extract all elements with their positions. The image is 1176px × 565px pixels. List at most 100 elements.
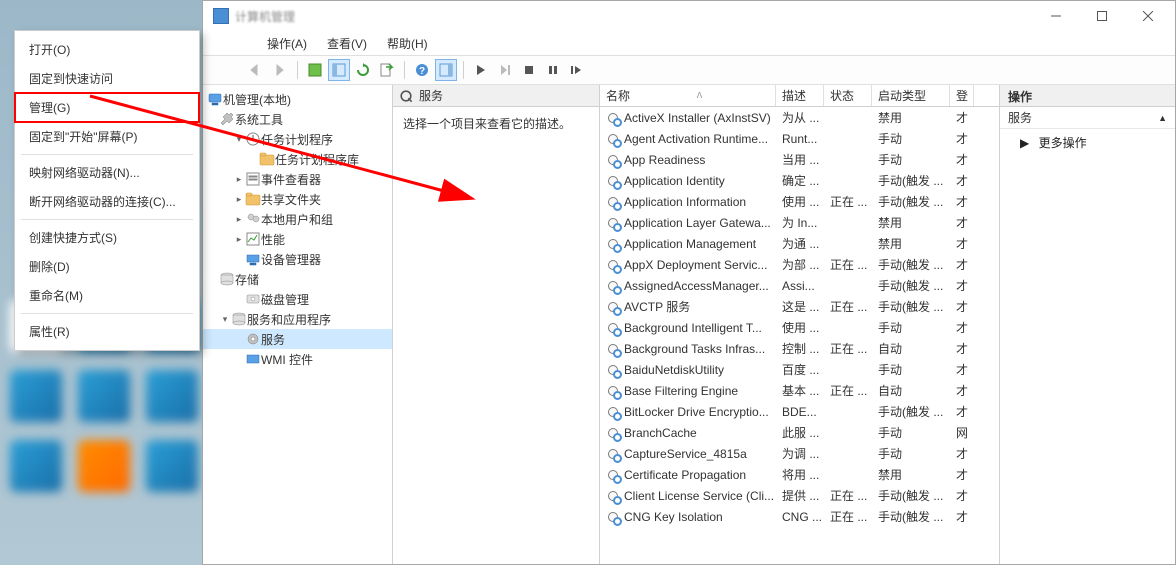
service-row[interactable]: AVCTP 服务这是 ...正在 ...手动(触发 ...才: [600, 296, 999, 317]
ctx-disconnect-drive[interactable]: 断开网络驱动器的连接(C)...: [15, 187, 199, 216]
navigation-tree[interactable]: 机管理(本地) 系统工具 ▾ 任务计划程序 任务计划程序库 ▸ 事件查看器: [203, 85, 393, 564]
tree-local-users[interactable]: ▸ 本地用户和组: [203, 209, 392, 229]
title-bar[interactable]: 计算机管理: [203, 1, 1175, 31]
header-name[interactable]: 名称 ᐱ: [600, 85, 776, 106]
tree-root[interactable]: 机管理(本地): [203, 89, 392, 109]
service-row[interactable]: Background Tasks Infras...控制 ...正在 ...自动…: [600, 338, 999, 359]
desktop-icon[interactable]: [10, 440, 62, 492]
service-row[interactable]: Application Layer Gatewa...为 In...禁用才: [600, 212, 999, 233]
service-gear-icon: [606, 468, 620, 482]
service-row[interactable]: CaptureService_4815a为调 ...手动才: [600, 443, 999, 464]
desktop-icon[interactable]: [10, 370, 62, 422]
ctx-map-drive[interactable]: 映射网络驱动器(N)...: [15, 158, 199, 187]
service-name: BitLocker Drive Encryptio...: [624, 405, 769, 419]
service-row[interactable]: BitLocker Drive Encryptio...BDE...手动(触发 …: [600, 401, 999, 422]
service-row[interactable]: Application Information使用 ...正在 ...手动(触发…: [600, 191, 999, 212]
restart-icon: [570, 64, 584, 76]
cell-logon: 才: [950, 212, 974, 233]
toolbar-stop[interactable]: [518, 59, 540, 81]
actions-group-label: 服务: [1008, 109, 1032, 126]
service-row[interactable]: Base Filtering Engine基本 ...正在 ...自动才: [600, 380, 999, 401]
expander-icon[interactable]: ▾: [233, 134, 245, 145]
desktop-icon[interactable]: [78, 370, 130, 422]
toolbar-pause[interactable]: [542, 59, 564, 81]
toolbar-help[interactable]: ?: [411, 59, 433, 81]
tree-services[interactable]: 服务: [203, 329, 392, 349]
service-row[interactable]: Application Identity确定 ...手动(触发 ...才: [600, 170, 999, 191]
ctx-delete[interactable]: 删除(D): [15, 252, 199, 281]
cell-logon: 才: [950, 401, 974, 422]
menu-action[interactable]: 操作(A): [259, 32, 315, 55]
service-row[interactable]: Certificate Propagation将用 ...禁用才: [600, 464, 999, 485]
menu-help[interactable]: 帮助(H): [379, 32, 436, 55]
service-row[interactable]: Application Management为通 ...禁用才: [600, 233, 999, 254]
expander-icon[interactable]: ▸: [233, 194, 245, 205]
desktop-icon[interactable]: [146, 440, 198, 492]
ctx-rename[interactable]: 重命名(M): [15, 281, 199, 310]
header-logon[interactable]: 登: [950, 85, 974, 106]
tree-label: 共享文件夹: [261, 191, 321, 208]
ctx-pin-start[interactable]: 固定到"开始"屏幕(P): [15, 122, 199, 151]
service-row[interactable]: Agent Activation Runtime...Runt...手动才: [600, 128, 999, 149]
expander-icon[interactable]: ▸: [233, 214, 245, 225]
tree-disk-management[interactable]: 磁盘管理: [203, 289, 392, 309]
service-row[interactable]: Client License Service (Cli...提供 ...正在 .…: [600, 485, 999, 506]
header-status[interactable]: 状态: [824, 85, 872, 106]
tree-task-library[interactable]: 任务计划程序库: [203, 149, 392, 169]
ctx-properties[interactable]: 属性(R): [15, 317, 199, 346]
cell-name: Agent Activation Runtime...: [600, 128, 776, 149]
tree-shared-folders[interactable]: ▸ 共享文件夹: [203, 189, 392, 209]
tree-wmi-control[interactable]: WMI 控件: [203, 349, 392, 369]
tree-event-viewer[interactable]: ▸ 事件查看器: [203, 169, 392, 189]
toolbar-show-hide-tree[interactable]: [304, 59, 326, 81]
service-row[interactable]: CNG Key IsolationCNG ...正在 ...手动(触发 ...才: [600, 506, 999, 527]
close-button[interactable]: [1125, 2, 1171, 30]
toolbar-start[interactable]: [470, 59, 492, 81]
toolbar-properties[interactable]: [328, 59, 350, 81]
service-gear-icon: [606, 237, 620, 251]
tree-storage[interactable]: 存储: [203, 269, 392, 289]
toolbar-back[interactable]: [245, 59, 267, 81]
service-row[interactable]: AssignedAccessManager...Assi...手动(触发 ...…: [600, 275, 999, 296]
expander-icon[interactable]: ▸: [233, 174, 245, 185]
desktop-icon[interactable]: [78, 440, 130, 492]
toolbar-forward[interactable]: [269, 59, 291, 81]
service-row[interactable]: ActiveX Installer (AxInstSV)为从 ...禁用才: [600, 107, 999, 128]
desktop-icon[interactable]: [146, 370, 198, 422]
maximize-button[interactable]: [1079, 2, 1125, 30]
tree-task-scheduler[interactable]: ▾ 任务计划程序: [203, 129, 392, 149]
service-row[interactable]: BaiduNetdiskUtility百度 ...手动才: [600, 359, 999, 380]
ctx-pin-quick[interactable]: 固定到快速访问: [15, 64, 199, 93]
actions-group-services[interactable]: 服务 ▲: [1000, 107, 1175, 129]
expander-icon[interactable]: ▾: [219, 314, 231, 325]
header-startup[interactable]: 启动类型: [872, 85, 950, 106]
tree-system-tools[interactable]: 系统工具: [203, 109, 392, 129]
toolbar-export[interactable]: [376, 59, 398, 81]
cell-status: [824, 359, 872, 380]
tree-performance[interactable]: ▸ 性能: [203, 229, 392, 249]
toolbar-restart[interactable]: [566, 59, 588, 81]
ctx-open[interactable]: 打开(O): [15, 35, 199, 64]
ctx-create-shortcut[interactable]: 创建快捷方式(S): [15, 223, 199, 252]
tree-services-apps[interactable]: ▾ 服务和应用程序: [203, 309, 392, 329]
toolbar-show-action-pane[interactable]: [435, 59, 457, 81]
menu-view[interactable]: 查看(V): [319, 32, 375, 55]
toolbar-refresh[interactable]: [352, 59, 374, 81]
cell-startup: 手动(触发 ...: [872, 296, 950, 317]
service-row[interactable]: AppX Deployment Servic...为部 ...正在 ...手动(…: [600, 254, 999, 275]
ctx-manage[interactable]: 管理(G): [15, 93, 199, 122]
service-row[interactable]: BranchCache此服 ...手动网: [600, 422, 999, 443]
expander-icon[interactable]: ▸: [233, 234, 245, 245]
header-description[interactable]: 描述: [776, 85, 824, 106]
toolbar-unknown[interactable]: [494, 59, 516, 81]
services-list[interactable]: 名称 ᐱ 描述 状态 启动类型 登 ActiveX Installer (AxI…: [600, 85, 999, 564]
service-row[interactable]: App Readiness当用 ...手动才: [600, 149, 999, 170]
tree-label: 服务和应用程序: [247, 311, 331, 328]
service-gear-icon: [606, 300, 620, 314]
minimize-button[interactable]: [1033, 2, 1079, 30]
tree-device-manager[interactable]: 设备管理器: [203, 249, 392, 269]
collapse-icon[interactable]: ▲: [1158, 113, 1167, 123]
service-row[interactable]: Background Intelligent T...使用 ...手动才: [600, 317, 999, 338]
cell-startup: 禁用: [872, 233, 950, 254]
action-more[interactable]: ▶ 更多操作: [1000, 129, 1175, 156]
